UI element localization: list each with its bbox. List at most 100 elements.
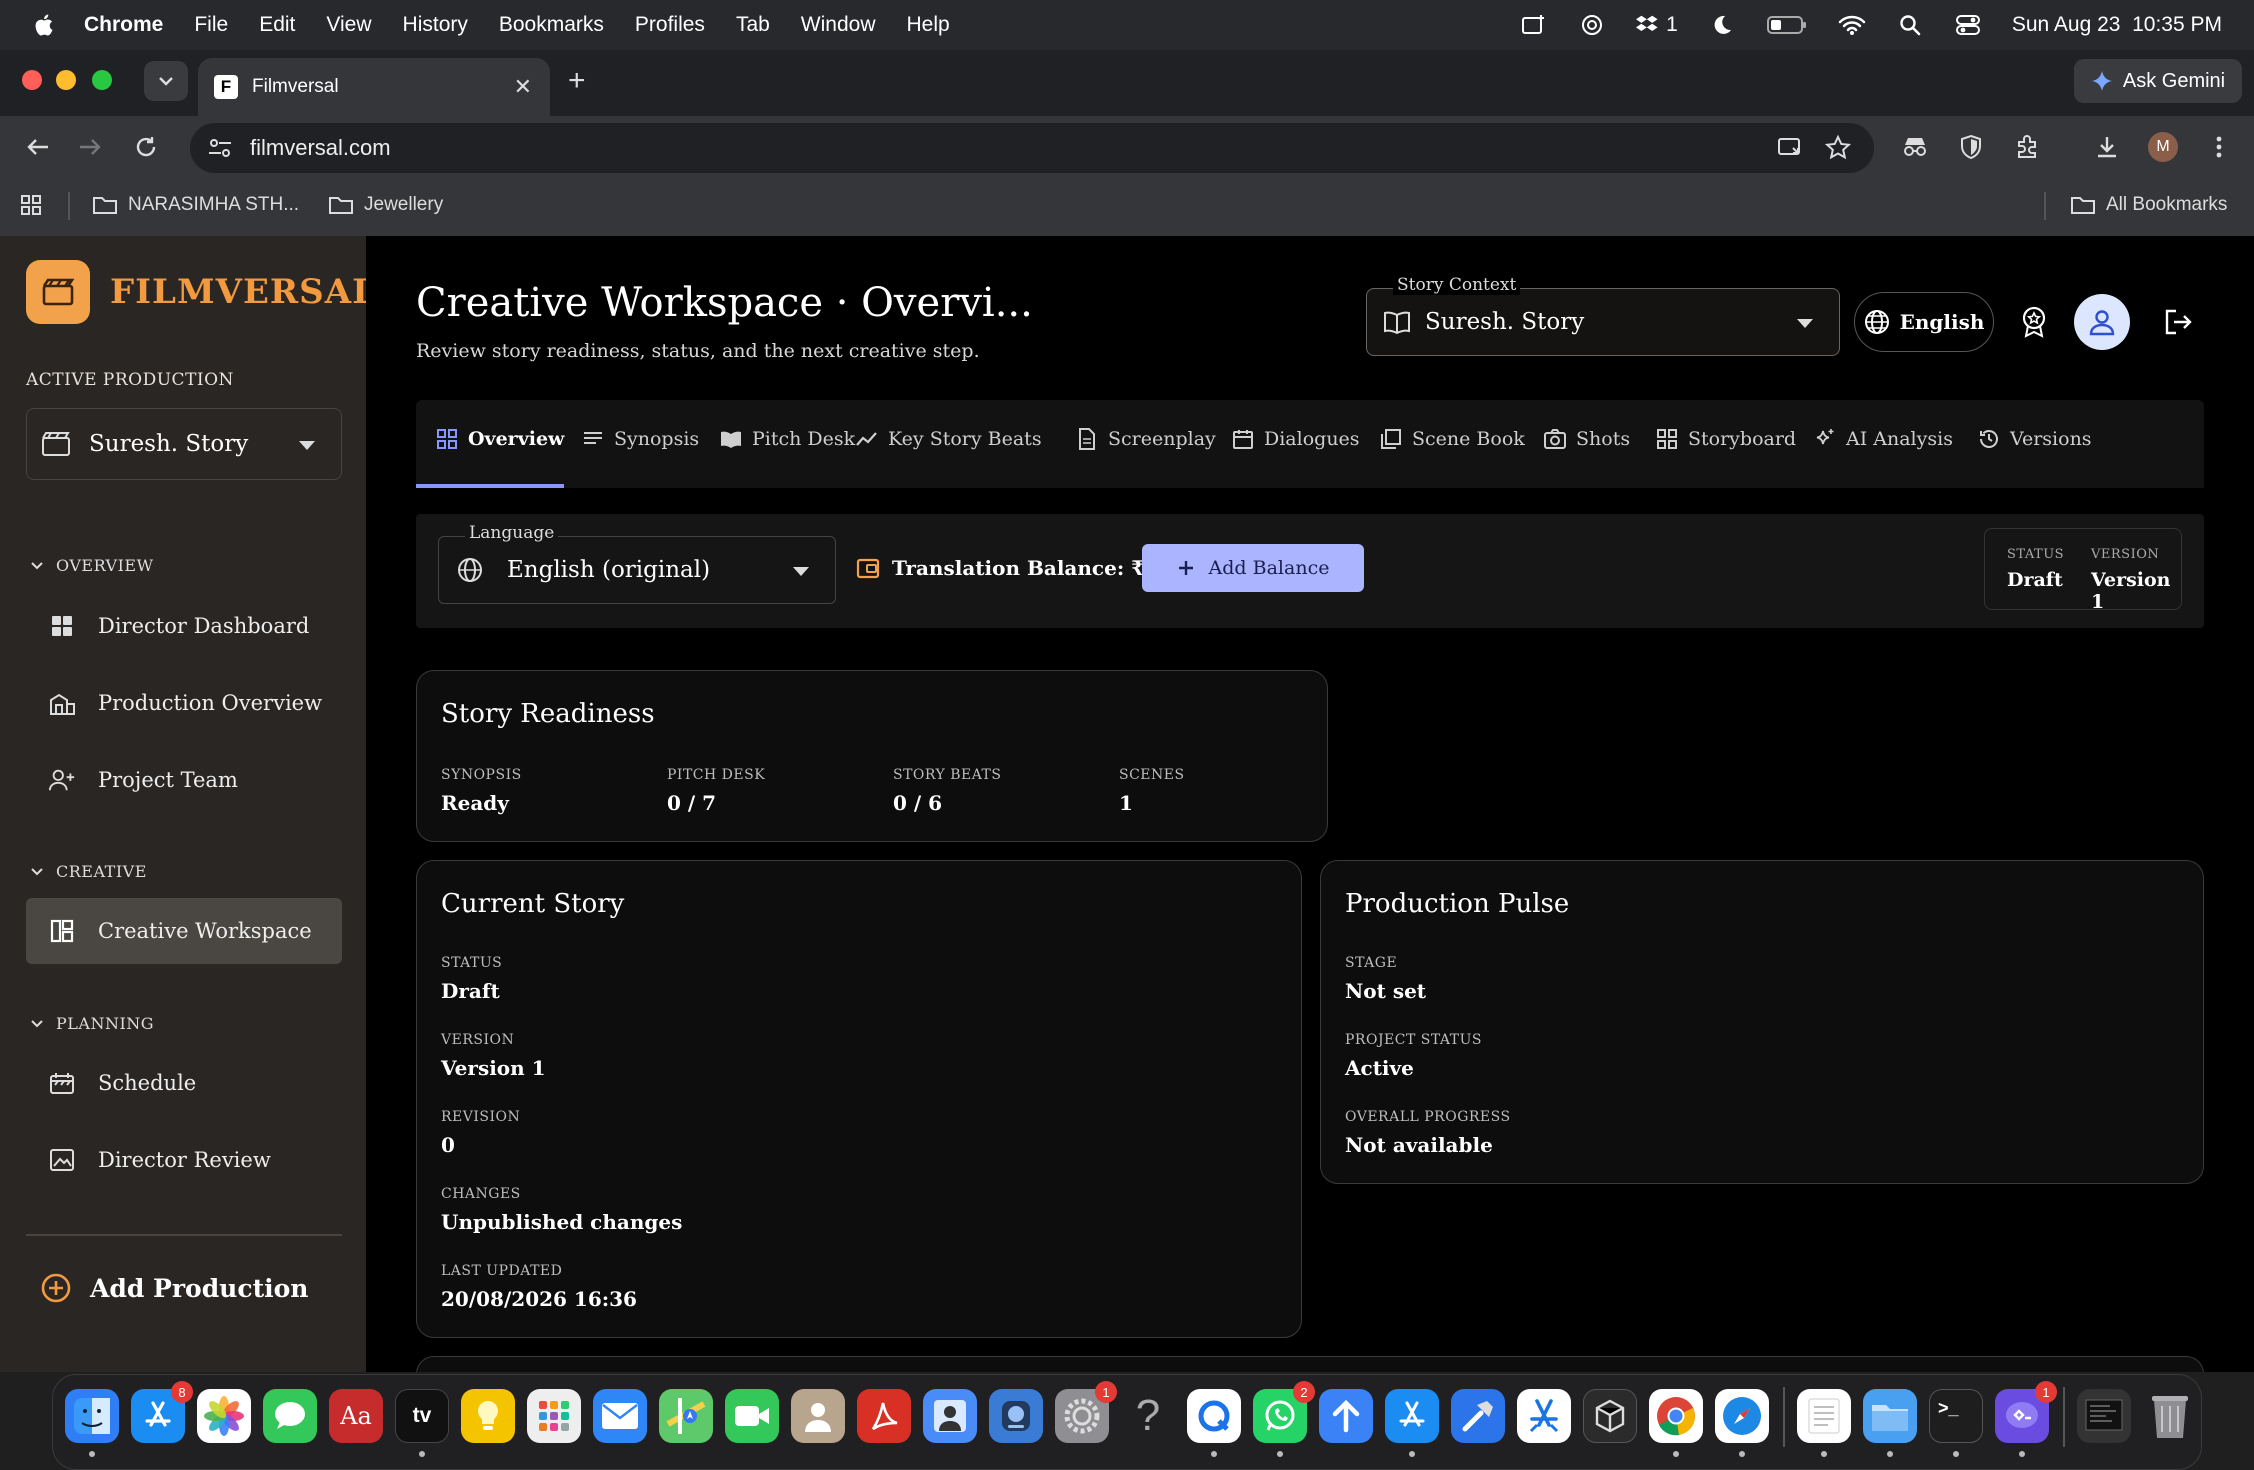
tips-lightbulb-icon[interactable]: [461, 1389, 515, 1443]
award-badge-icon[interactable]: [2014, 302, 2054, 342]
finder-icon[interactable]: [65, 1389, 119, 1443]
app-store-icon[interactable]: 8: [131, 1381, 193, 1443]
language-select[interactable]: Language English (original): [438, 523, 836, 604]
sidebar-item-schedule[interactable]: Schedule: [26, 1050, 342, 1116]
launchpad-icon[interactable]: [527, 1389, 581, 1443]
bookmark-folder-narasimha[interactable]: NARASIMHA STH...: [92, 194, 299, 216]
control-center-icon[interactable]: [1954, 11, 1982, 39]
contacts-icon[interactable]: [791, 1389, 845, 1443]
add-balance-button[interactable]: Add Balance: [1142, 544, 1364, 592]
xcode-hammer-icon[interactable]: [1451, 1389, 1505, 1443]
instruments-icon[interactable]: [1517, 1389, 1571, 1443]
address-bar[interactable]: filmversal.com: [190, 123, 1874, 173]
browser-tab[interactable]: F Filmversal ✕: [198, 58, 550, 116]
ask-gemini-button[interactable]: Ask Gemini: [2074, 59, 2242, 103]
sidebar-item-creative-workspace[interactable]: Creative Workspace: [26, 898, 342, 964]
wifi-icon[interactable]: [1838, 11, 1866, 39]
photos-icon[interactable]: [197, 1389, 251, 1443]
assistant-chat-icon[interactable]: 1: [1995, 1381, 2057, 1443]
dropbox-icon[interactable]: 1: [1636, 11, 1678, 39]
messages-icon[interactable]: [263, 1389, 317, 1443]
tab-search-button[interactable]: [144, 61, 188, 101]
tab-scene-book[interactable]: Scene Book: [1380, 428, 1525, 450]
shield-extension-icon[interactable]: [1956, 132, 1986, 162]
screenshot-thumbnail-icon[interactable]: [2077, 1389, 2131, 1443]
bookmark-folder-jewellery[interactable]: Jewellery: [328, 194, 443, 216]
close-window-button[interactable]: [22, 70, 42, 90]
google-chrome-icon[interactable]: [1649, 1389, 1703, 1443]
apps-grid-icon[interactable]: [20, 194, 42, 216]
sidebar-item-project-team[interactable]: Project Team: [26, 747, 342, 813]
active-production-select[interactable]: Suresh. Story: [26, 408, 342, 480]
files-folder-icon[interactable]: [1863, 1389, 1917, 1443]
bookmark-star-icon[interactable]: [1824, 134, 1852, 162]
tab-versions[interactable]: Versions: [1978, 428, 2092, 450]
facetime-icon[interactable]: [725, 1389, 779, 1443]
tab-overview[interactable]: Overview: [436, 428, 564, 450]
minimize-window-button[interactable]: [56, 70, 76, 90]
reload-icon[interactable]: [130, 131, 162, 163]
tab-storyboard[interactable]: Storyboard: [1656, 428, 1796, 450]
user-avatar-button[interactable]: [2074, 294, 2130, 350]
quick-assist-icon[interactable]: [1187, 1389, 1241, 1443]
chatgpt-icon[interactable]: [1578, 11, 1606, 39]
menu-profiles[interactable]: Profiles: [635, 13, 705, 37]
acrobat-icon[interactable]: [857, 1389, 911, 1443]
chrome-profile-avatar[interactable]: M: [2148, 132, 2178, 162]
zoom-window-button[interactable]: [92, 70, 112, 90]
tab-key-story-beats[interactable]: Key Story Beats: [856, 428, 1042, 450]
back-arrow-icon[interactable]: [22, 131, 54, 163]
disk-utility-icon[interactable]: [989, 1389, 1043, 1443]
battery-icon[interactable]: [1766, 11, 1808, 39]
forward-arrow-icon[interactable]: [74, 131, 106, 163]
dictionary-icon[interactable]: Aa: [329, 1389, 383, 1443]
help-question-icon[interactable]: ?: [1121, 1389, 1175, 1443]
textedit-icon[interactable]: [1797, 1389, 1851, 1443]
more-menu-icon[interactable]: [2204, 132, 2234, 162]
story-context-select[interactable]: Story Context Suresh. Story: [1366, 275, 1840, 356]
screen-share-icon[interactable]: [1520, 11, 1548, 39]
moon-icon[interactable]: [1708, 11, 1736, 39]
logout-icon[interactable]: [2158, 302, 2198, 342]
sidebar-item-production-overview[interactable]: Production Overview: [26, 670, 342, 736]
download-icon[interactable]: [2092, 132, 2122, 162]
section-overview-toggle[interactable]: OVERVIEW: [30, 556, 154, 575]
menubar-clock[interactable]: Sun Aug 23 10:35 PM: [2012, 13, 2222, 37]
upload-arrow-icon[interactable]: [1319, 1389, 1373, 1443]
menu-edit[interactable]: Edit: [259, 13, 295, 37]
tab-dialogues[interactable]: Dialogues: [1232, 428, 1360, 450]
menu-view[interactable]: View: [326, 13, 371, 37]
menu-history[interactable]: History: [403, 13, 468, 37]
system-settings-icon[interactable]: 1: [1055, 1381, 1117, 1443]
install-app-icon[interactable]: [1776, 134, 1804, 162]
tab-shots[interactable]: Shots: [1544, 428, 1630, 450]
section-planning-toggle[interactable]: PLANNING: [30, 1014, 154, 1033]
safari-compass-icon[interactable]: [1715, 1389, 1769, 1443]
all-bookmarks-button[interactable]: All Bookmarks: [2070, 194, 2227, 216]
terminal-icon[interactable]: >_: [1929, 1389, 1983, 1443]
new-tab-icon[interactable]: +: [568, 64, 586, 98]
add-production-button[interactable]: Add Production: [40, 1272, 308, 1304]
section-creative-toggle[interactable]: CREATIVE: [30, 862, 147, 881]
tab-synopsis[interactable]: Synopsis: [582, 428, 699, 450]
package-box-icon[interactable]: [1583, 1389, 1637, 1443]
maps-icon[interactable]: [659, 1389, 713, 1443]
tab-ai-analysis[interactable]: AI Analysis: [1814, 428, 1953, 450]
whatsapp-icon[interactable]: 2: [1253, 1381, 1315, 1443]
menu-help[interactable]: Help: [907, 13, 950, 37]
mail-icon[interactable]: [593, 1389, 647, 1443]
site-settings-icon[interactable]: [206, 134, 234, 162]
menu-file[interactable]: File: [194, 13, 228, 37]
sidebar-item-director-review[interactable]: Director Review: [26, 1127, 342, 1193]
sidebar-item-director-dashboard[interactable]: Director Dashboard: [26, 593, 342, 659]
apple-icon[interactable]: [32, 11, 58, 39]
menu-window[interactable]: Window: [801, 13, 876, 37]
tab-pitch-desk[interactable]: Pitch Desk: [720, 428, 855, 450]
close-tab-icon[interactable]: ✕: [514, 74, 532, 100]
apple-tv-icon[interactable]: tv: [395, 1389, 449, 1443]
app-store-alt-icon[interactable]: [1385, 1389, 1439, 1443]
language-button[interactable]: English: [1854, 292, 1994, 352]
trash-icon[interactable]: [2143, 1389, 2197, 1443]
extensions-puzzle-icon[interactable]: [2012, 132, 2042, 162]
preview-icon[interactable]: [923, 1389, 977, 1443]
